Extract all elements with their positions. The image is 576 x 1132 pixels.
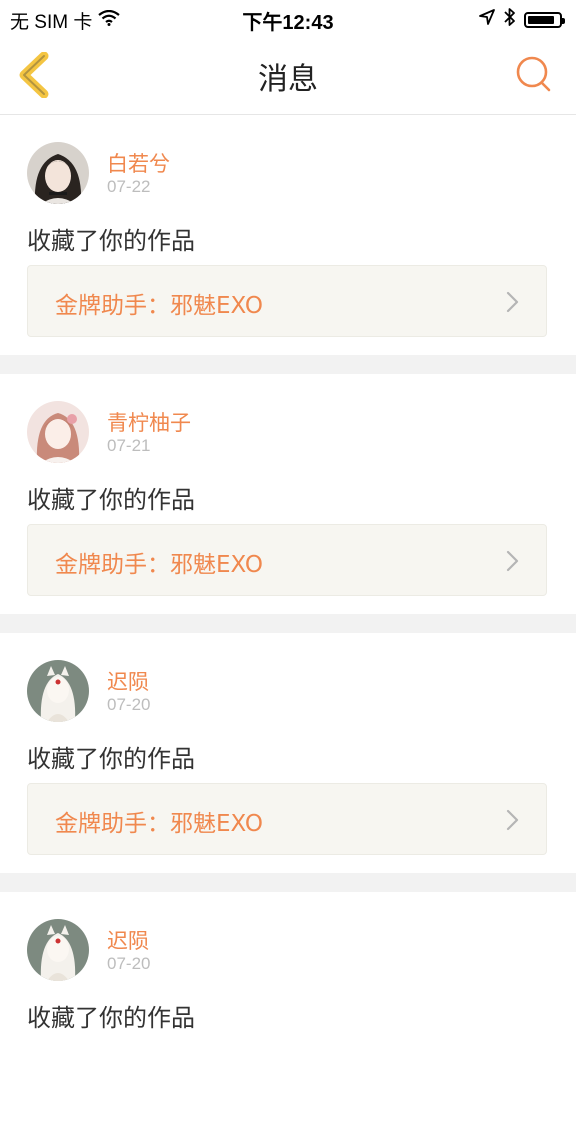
navigation-bar: 消息 [0, 36, 576, 115]
message-item[interactable]: 青柠柚子 07-21 收藏了你的作品 金牌助手：邪魅EXO [0, 374, 576, 614]
bluetooth-icon [504, 7, 516, 33]
message-item[interactable]: 迟陨 07-20 收藏了你的作品 [0, 892, 576, 1132]
chevron-right-icon [506, 809, 520, 831]
user-name[interactable]: 白若兮 [107, 148, 170, 178]
work-link[interactable]: 金牌助手：邪魅EXO [27, 524, 547, 596]
message-list: 白若兮 07-22 收藏了你的作品 金牌助手：邪魅EXO 青柠柚子 07-21 … [0, 115, 576, 1132]
battery-icon [524, 12, 565, 28]
avatar[interactable] [27, 919, 89, 981]
separator [0, 355, 576, 374]
action-text: 收藏了你的作品 [27, 227, 195, 255]
location-icon [478, 8, 496, 32]
work-title: 金牌助手：邪魅EXO [55, 293, 263, 319]
message-item[interactable]: 白若兮 07-22 收藏了你的作品 金牌助手：邪魅EXO [0, 115, 576, 355]
action-text: 收藏了你的作品 [27, 486, 195, 514]
work-title: 金牌助手：邪魅EXO [55, 811, 263, 837]
message-date: 07-20 [107, 954, 151, 973]
user-name[interactable]: 迟陨 [107, 666, 149, 696]
avatar[interactable] [27, 142, 89, 204]
user-name[interactable]: 迟陨 [107, 925, 149, 955]
page-title: 消息 [258, 62, 318, 97]
message-item[interactable]: 迟陨 07-20 收藏了你的作品 金牌助手：邪魅EXO [0, 633, 576, 873]
message-date: 07-22 [107, 177, 151, 196]
chevron-right-icon [506, 291, 520, 313]
avatar[interactable] [27, 660, 89, 722]
status-bar: 无 SIM 卡 下午12:43 [0, 0, 576, 36]
work-title: 金牌助手：邪魅EXO [55, 552, 263, 578]
action-text: 收藏了你的作品 [27, 1004, 195, 1032]
separator [0, 873, 576, 892]
message-date: 07-21 [107, 436, 151, 455]
chevron-right-icon [506, 550, 520, 572]
action-text: 收藏了你的作品 [27, 745, 195, 773]
avatar[interactable] [27, 401, 89, 463]
work-link[interactable]: 金牌助手：邪魅EXO [27, 783, 547, 855]
work-link[interactable]: 金牌助手：邪魅EXO [27, 265, 547, 337]
message-date: 07-20 [107, 695, 151, 714]
separator [0, 614, 576, 633]
user-name[interactable]: 青柠柚子 [107, 407, 191, 437]
search-icon [514, 56, 554, 98]
search-button[interactable] [514, 54, 554, 94]
